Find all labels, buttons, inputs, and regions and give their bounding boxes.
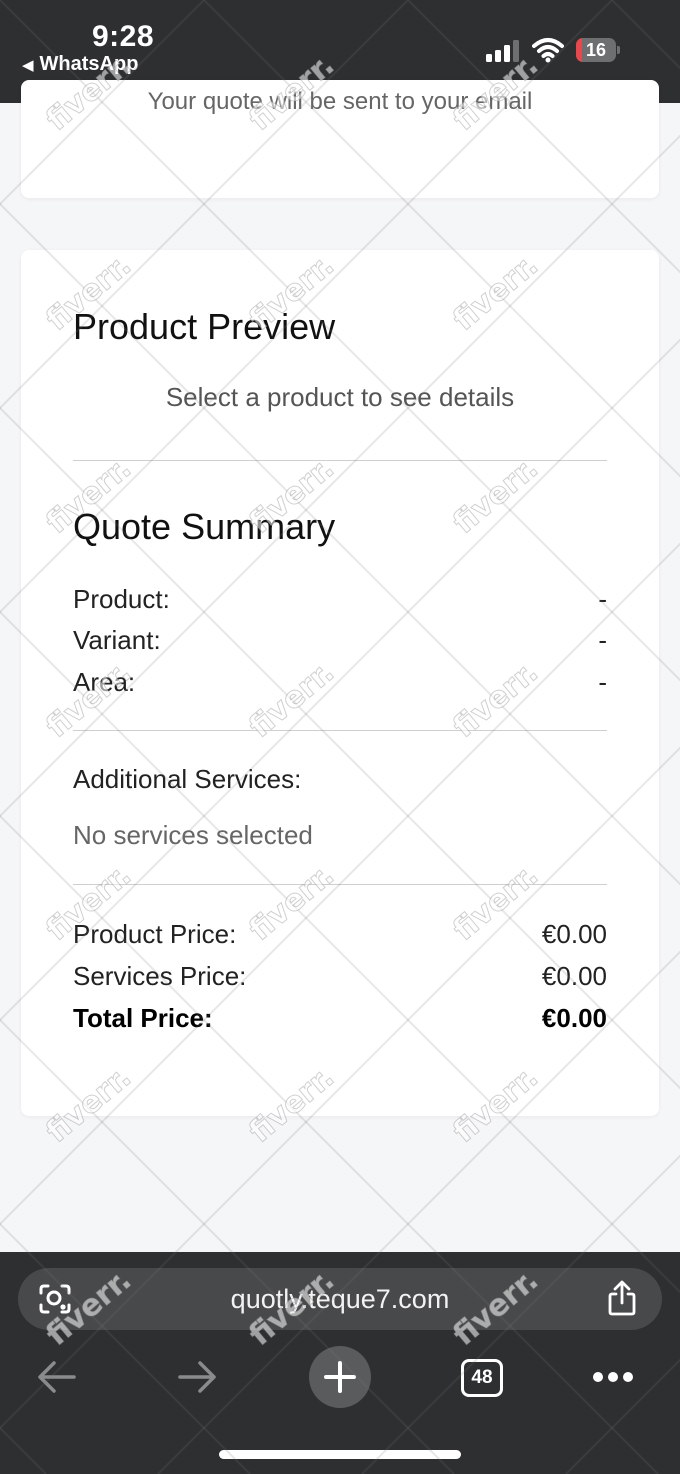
area-label: Area: bbox=[73, 666, 136, 697]
cellular-signal-icon bbox=[486, 40, 519, 62]
total-price-value: €0.00 bbox=[541, 1002, 607, 1033]
no-services-text: No services selected bbox=[73, 820, 313, 850]
browser-toolbar: quotly.teque7.com 48 bbox=[0, 1252, 680, 1474]
variant-value: - bbox=[598, 624, 607, 655]
quote-card: Product Preview Select a product to see … bbox=[21, 250, 659, 1116]
summary-row-services-price: Services Price: €0.00 bbox=[73, 959, 607, 993]
battery-body: 16 bbox=[576, 38, 616, 62]
forward-arrow-icon[interactable] bbox=[178, 1360, 218, 1394]
battery-indicator: 16 bbox=[576, 38, 620, 62]
product-preview-title: Product Preview bbox=[73, 306, 336, 347]
summary-row-variant: Variant: - bbox=[73, 623, 607, 657]
product-price-label: Product Price: bbox=[73, 918, 237, 949]
email-notice-text: Your quote will be sent to your email bbox=[147, 88, 533, 115]
summary-row-product-price: Product Price: €0.00 bbox=[73, 917, 607, 951]
quote-summary-title: Quote Summary bbox=[73, 506, 336, 547]
battery-tip bbox=[617, 46, 620, 54]
new-tab-button[interactable] bbox=[309, 1346, 371, 1408]
product-preview-hint: Select a product to see details bbox=[165, 382, 515, 412]
area-value: - bbox=[598, 666, 607, 697]
services-price-value: €0.00 bbox=[541, 960, 607, 991]
more-menu-icon[interactable] bbox=[592, 1370, 634, 1384]
back-triangle-icon: ◀ bbox=[22, 57, 34, 74]
summary-row-area: Area: - bbox=[73, 665, 607, 699]
wifi-icon bbox=[532, 38, 564, 63]
product-label: Product: bbox=[73, 583, 170, 614]
back-arrow-icon[interactable] bbox=[36, 1360, 76, 1394]
product-price-value: €0.00 bbox=[541, 918, 607, 949]
divider bbox=[73, 460, 607, 461]
home-indicator bbox=[219, 1450, 461, 1459]
product-value: - bbox=[598, 583, 607, 614]
additional-services-label: Additional Services: bbox=[73, 764, 302, 794]
battery-level: 16 bbox=[585, 40, 607, 60]
variant-label: Variant: bbox=[73, 624, 161, 655]
status-time: 9:28 bbox=[92, 20, 155, 53]
tab-switcher-button[interactable]: 48 bbox=[461, 1359, 503, 1397]
summary-row-total-price: Total Price: €0.00 bbox=[73, 1001, 607, 1035]
services-price-label: Services Price: bbox=[73, 960, 247, 991]
back-app-label: WhatsApp bbox=[39, 53, 139, 75]
summary-row-product: Product: - bbox=[73, 582, 607, 616]
divider bbox=[73, 730, 607, 731]
divider bbox=[73, 884, 607, 885]
url-text: quotly.teque7.com bbox=[230, 1284, 450, 1314]
address-bar[interactable]: quotly.teque7.com bbox=[18, 1268, 662, 1330]
share-icon[interactable] bbox=[606, 1280, 638, 1316]
total-price-label: Total Price: bbox=[73, 1002, 213, 1033]
back-to-app-link[interactable]: ◀ WhatsApp bbox=[22, 53, 138, 76]
email-notice-card: Your quote will be sent to your email bbox=[21, 80, 659, 198]
plus-icon bbox=[324, 1361, 356, 1393]
